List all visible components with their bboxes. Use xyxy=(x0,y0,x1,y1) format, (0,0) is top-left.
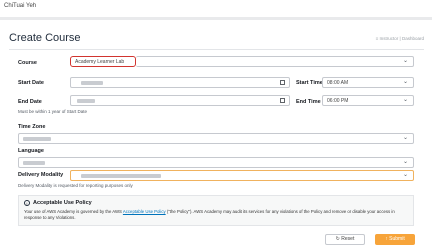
submit-label: Submit xyxy=(389,236,405,242)
policy-text: Your use of AWS Academy is governed by t… xyxy=(24,209,407,220)
chevron-down-icon: ⌄ xyxy=(402,79,408,85)
start-date-value-redacted xyxy=(81,80,103,85)
delivery-modality-select[interactable]: ⌄ xyxy=(70,170,414,181)
end-date-value-redacted xyxy=(77,98,95,103)
chevron-down-icon: ⌄ xyxy=(402,159,408,165)
divider xyxy=(9,49,424,50)
end-time-value: 06:00 PM xyxy=(327,98,349,104)
chevron-down-icon: ⌄ xyxy=(402,135,408,141)
course-label: Course xyxy=(18,60,37,66)
acceptable-use-policy-link[interactable]: Acceptable Use Policy xyxy=(123,209,166,214)
info-icon: i xyxy=(24,200,30,206)
delivery-modality-hint: Delivery Modality is requested for repor… xyxy=(18,183,133,188)
page-title: Create Course xyxy=(9,32,81,44)
language-label: Language xyxy=(18,148,44,154)
delivery-modality-label: Delivery Modality xyxy=(18,172,64,178)
start-time-select[interactable]: 08:00 AM ⌄ xyxy=(322,77,414,88)
policy-text-before: Your use of AWS Academy is governed by t… xyxy=(24,209,123,214)
policy-title: Acceptable Use Policy xyxy=(33,200,92,206)
time-zone-select[interactable]: ⌄ xyxy=(18,133,414,144)
reset-button[interactable]: ↻ Reset xyxy=(325,234,365,245)
chevron-down-icon: ⌄ xyxy=(402,58,408,64)
chevron-down-icon: ⌄ xyxy=(402,172,408,178)
start-time-value: 08:00 AM xyxy=(327,80,349,86)
language-value-redacted xyxy=(23,160,45,165)
start-date-label: Start Date xyxy=(18,80,44,86)
top-bar: ChiTuai Yeh xyxy=(0,0,432,17)
start-time-label: Start Time xyxy=(296,80,323,86)
submit-icon: ↑ xyxy=(385,236,388,242)
reset-icon: ↻ xyxy=(335,236,340,242)
end-time-select[interactable]: 06:00 PM ⌄ xyxy=(322,95,414,106)
end-date-input[interactable] xyxy=(70,95,290,106)
breadcrumb[interactable]: ≡ Instructor | Dashboard xyxy=(376,36,424,41)
course-select-extension[interactable]: ⌄ xyxy=(136,56,414,67)
end-date-label: End Date xyxy=(18,99,42,105)
calendar-icon[interactable] xyxy=(280,80,285,85)
user-name[interactable]: ChiTuai Yeh xyxy=(4,3,36,9)
acceptable-use-policy-box: i Acceptable Use Policy Your use of AWS … xyxy=(18,195,414,226)
delivery-modality-value-redacted xyxy=(81,173,161,178)
start-date-input[interactable] xyxy=(70,77,290,88)
submit-button[interactable]: ↑ Submit xyxy=(375,234,415,245)
chevron-down-icon: ⌄ xyxy=(402,97,408,103)
reset-label: Reset xyxy=(341,236,355,242)
course-select[interactable]: Academy Learner Lab xyxy=(70,56,136,67)
time-zone-value-redacted xyxy=(23,136,51,141)
language-select[interactable]: ⌄ xyxy=(18,157,414,168)
time-zone-label: Time Zone xyxy=(18,124,46,130)
end-time-label: End Time xyxy=(296,99,321,105)
end-date-hint: Must be within 1 year of Start Date xyxy=(18,109,88,114)
course-value: Academy Learner Lab xyxy=(75,59,125,65)
create-course-card: Create Course ≡ Instructor | Dashboard C… xyxy=(0,20,432,250)
calendar-icon[interactable] xyxy=(280,98,285,103)
